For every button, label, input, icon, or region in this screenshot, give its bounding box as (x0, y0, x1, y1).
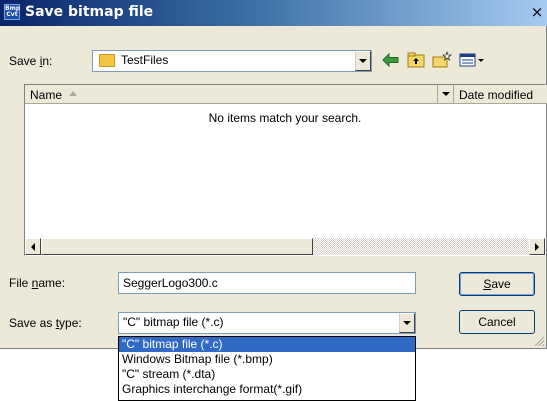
empty-list-message: No items match your search. (208, 111, 362, 125)
chevron-down-icon[interactable] (399, 313, 415, 333)
dropdown-option-gif[interactable]: Graphics interchange format(*.gif) (119, 382, 415, 397)
save-in-label: Save in: (9, 54, 53, 68)
save-as-type-select[interactable]: "C" bitmap file (*.c) (118, 312, 416, 334)
file-list[interactable]: Name Date modified No items match your s… (24, 84, 547, 256)
column-header-date-modified[interactable]: Date modified (454, 85, 547, 104)
back-arrow-icon[interactable] (380, 50, 402, 70)
bmpcvt-app-icon: Bmp Cvt (4, 4, 21, 20)
dropdown-option-c-bitmap[interactable]: "C" bitmap file (*.c) (119, 337, 415, 352)
folder-icon (99, 54, 115, 67)
view-menu-icon[interactable] (458, 50, 486, 70)
scroll-left-button[interactable] (25, 238, 41, 255)
close-button[interactable]: × (528, 2, 546, 22)
sort-ascending-icon (69, 91, 77, 96)
save-as-type-label: Save as type: (9, 316, 82, 330)
new-folder-icon[interactable] (431, 50, 453, 70)
scrollbar-thumb[interactable] (41, 238, 313, 255)
column-dropdown-button[interactable] (438, 85, 454, 104)
save-as-type-dropdown[interactable]: "C" bitmap file (*.c) Windows Bitmap fil… (118, 336, 416, 401)
chevron-down-icon[interactable] (355, 51, 371, 71)
file-name-input[interactable]: SeggerLogo300.c (118, 272, 416, 294)
save-button[interactable]: Save (459, 272, 535, 296)
chevron-down-icon (442, 92, 450, 96)
scroll-right-button[interactable] (529, 238, 545, 255)
save-bitmap-dialog: Bmp Cvt Save bitmap file × Save in: TestF… (0, 0, 547, 349)
save-in-combo[interactable]: TestFiles (92, 50, 372, 72)
save-in-value: TestFiles (121, 53, 169, 67)
file-name-label: File name: (9, 276, 66, 290)
column-header-name[interactable]: Name (25, 85, 438, 104)
dropdown-option-c-stream[interactable]: "C" stream (*.dta) (119, 367, 415, 382)
horizontal-scrollbar[interactable] (25, 238, 545, 255)
cancel-button[interactable]: Cancel (459, 310, 535, 334)
dropdown-option-windows-bitmap[interactable]: Windows Bitmap file (*.bmp) (119, 352, 415, 367)
up-folder-icon[interactable] (405, 50, 427, 70)
window-title: Save bitmap file (25, 4, 154, 20)
title-bar[interactable]: Bmp Cvt Save bitmap file × (0, 0, 547, 26)
resize-grip[interactable] (533, 335, 544, 346)
